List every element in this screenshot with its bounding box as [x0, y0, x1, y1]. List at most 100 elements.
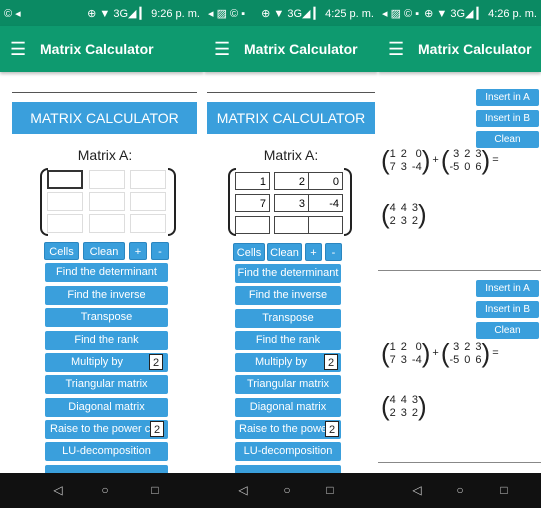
operand-b-matrix: ( 323 -5 0 6 ): [440, 338, 491, 368]
app-title: Matrix Calculator: [418, 41, 532, 57]
matrix-right-bracket: [344, 168, 352, 236]
operand-b-matrix: ( 323 -5 0 6 ): [440, 145, 491, 175]
back-icon[interactable]: ◁: [233, 473, 253, 508]
matrix-a-cell[interactable]: [235, 216, 270, 234]
power-value-input[interactable]: 2: [150, 421, 164, 437]
status-bar: © ◂ ⊕ ▼ 3G◢ ▎ 9:26 p. m.: [0, 0, 204, 26]
matrix-a-cell[interactable]: [89, 170, 125, 189]
matrix-a-cell[interactable]: [47, 170, 83, 189]
navigation-bar: ◁ ○ □ ◁ ○ □ ◁ ○ □: [0, 473, 541, 508]
matrix-a-cell[interactable]: [308, 216, 343, 234]
notification-icons: ◂ ▨ © ▪: [208, 7, 246, 20]
back-icon[interactable]: ◁: [48, 473, 68, 508]
hamburger-menu-icon[interactable]: ☰: [10, 39, 40, 60]
clean-result-button[interactable]: Clean: [476, 322, 539, 339]
hamburger-menu-icon[interactable]: ☰: [388, 39, 418, 60]
screen-1: © ◂ ⊕ ▼ 3G◢ ▎ 9:26 p. m. ☰ Matrix Calcul…: [0, 0, 204, 473]
plus-sign: +: [432, 153, 439, 166]
recent-apps-icon[interactable]: □: [494, 473, 514, 508]
equals-sign: =: [492, 153, 499, 166]
insert-in-a-button[interactable]: Insert in A: [476, 280, 539, 297]
matrix-a-cell[interactable]: [89, 192, 125, 211]
operand-a-matrix: ( 120 7 3 -4 ): [381, 338, 431, 368]
notification-icons: ◂ ▨ © ▪: [382, 7, 420, 20]
matrix-right-bracket: [168, 168, 176, 236]
more-operations-button[interactable]: [45, 465, 168, 473]
notification-icons: © ◂: [4, 7, 21, 20]
back-icon[interactable]: ◁: [407, 473, 427, 508]
app-title: Matrix Calculator: [40, 41, 154, 57]
recent-apps-icon[interactable]: □: [320, 473, 340, 508]
sum-expression: ( 120 7 3 -4 ) + ( 323 -5 0 6 ) =: [381, 147, 501, 173]
matrix-a-cell[interactable]: 3: [274, 194, 309, 212]
multiply-value-input[interactable]: 2: [149, 354, 163, 370]
matrix-a-cell[interactable]: [130, 192, 166, 211]
calculator-banner: MATRIX CALCULATOR: [12, 102, 197, 134]
clean-button[interactable]: Clean: [83, 242, 125, 260]
result-matrix: ( 443 232 ): [381, 199, 427, 229]
sum-expression: ( 120 7 3 -4 ) + ( 323 -5 0 6 ) =: [381, 340, 501, 366]
lu-button[interactable]: LU-decomposition: [235, 442, 341, 461]
inverse-button[interactable]: Find the inverse: [235, 286, 341, 305]
matrix-a-cell[interactable]: 2: [274, 172, 309, 190]
screen-3: ◂ ▨ © ▪ ⊕ ▼ 3G◢ ▎ 4:26 p. m. ☰ Matrix Ca…: [378, 0, 541, 473]
home-icon[interactable]: ○: [450, 473, 470, 508]
matrix-a-cell[interactable]: 7: [235, 194, 270, 212]
inverse-button[interactable]: Find the inverse: [45, 286, 168, 305]
status-bar: ◂ ▨ © ▪ ⊕ ▼ 3G◢ ▎ 4:25 p. m.: [204, 0, 378, 26]
divider: [207, 92, 375, 93]
matrix-a-cell[interactable]: [47, 214, 83, 233]
result-divider: [378, 462, 541, 463]
insert-in-a-button[interactable]: Insert in A: [476, 89, 539, 106]
matrix-a-label: Matrix A:: [263, 147, 319, 163]
rank-button[interactable]: Find the rank: [235, 331, 341, 350]
matrix-a-cell[interactable]: 1: [235, 172, 270, 190]
matrix-a-cell[interactable]: [130, 170, 166, 189]
add-row-button[interactable]: +: [305, 243, 322, 261]
matrix-a-cell[interactable]: [274, 216, 309, 234]
matrix-a-cell[interactable]: -4: [308, 194, 343, 212]
status-indicators: ⊕ ▼ 3G◢ ▎ 4:26 p. m.: [424, 7, 537, 20]
home-icon[interactable]: ○: [277, 473, 297, 508]
cells-button[interactable]: Cells: [44, 242, 79, 260]
status-indicators: ⊕ ▼ 3G◢ ▎ 9:26 p. m.: [87, 7, 200, 20]
clean-button[interactable]: Clean: [267, 243, 302, 261]
lu-button[interactable]: LU-decomposition: [45, 442, 168, 461]
remove-row-button[interactable]: -: [151, 242, 169, 260]
triangular-button[interactable]: Triangular matrix: [235, 375, 341, 394]
determinant-button[interactable]: Find the determinant: [235, 264, 341, 283]
diagonal-button[interactable]: Diagonal matrix: [45, 398, 168, 417]
transpose-button[interactable]: Transpose: [235, 309, 341, 328]
matrix-a-label: Matrix A:: [77, 147, 133, 163]
equals-sign: =: [492, 346, 499, 359]
calculator-banner: MATRIX CALCULATOR: [207, 102, 375, 134]
add-row-button[interactable]: +: [129, 242, 147, 260]
recent-apps-icon[interactable]: □: [145, 473, 165, 508]
matrix-a-cell[interactable]: 0: [308, 172, 343, 190]
home-icon[interactable]: ○: [95, 473, 115, 508]
app-bar: ☰ Matrix Calculator: [378, 26, 541, 72]
determinant-button[interactable]: Find the determinant: [45, 263, 168, 282]
diagonal-button[interactable]: Diagonal matrix: [235, 398, 341, 417]
result-matrix: ( 443 232 ): [381, 391, 427, 421]
rank-button[interactable]: Find the rank: [45, 331, 168, 350]
transpose-button[interactable]: Transpose: [45, 308, 168, 327]
triangular-button[interactable]: Triangular matrix: [45, 375, 168, 394]
matrix-a-cell[interactable]: [130, 214, 166, 233]
insert-in-b-button[interactable]: Insert in B: [476, 110, 539, 127]
insert-in-b-button[interactable]: Insert in B: [476, 301, 539, 318]
app-bar: ☰ Matrix Calculator: [0, 26, 204, 72]
app-bar: ☰ Matrix Calculator: [204, 26, 378, 72]
more-operations-button[interactable]: [235, 465, 341, 473]
remove-row-button[interactable]: -: [325, 243, 342, 261]
power-value-input[interactable]: 2: [325, 421, 339, 437]
status-indicators: ⊕ ▼ 3G◢ ▎ 4:25 p. m.: [261, 7, 374, 20]
multiply-value-input[interactable]: 2: [324, 354, 338, 370]
hamburger-menu-icon[interactable]: ☰: [214, 39, 244, 60]
plus-sign: +: [432, 346, 439, 359]
result-divider: [378, 270, 541, 271]
matrix-a-cell[interactable]: [47, 192, 83, 211]
cells-button[interactable]: Cells: [233, 243, 265, 261]
matrix-a-cell[interactable]: [89, 214, 125, 233]
divider: [12, 92, 197, 93]
